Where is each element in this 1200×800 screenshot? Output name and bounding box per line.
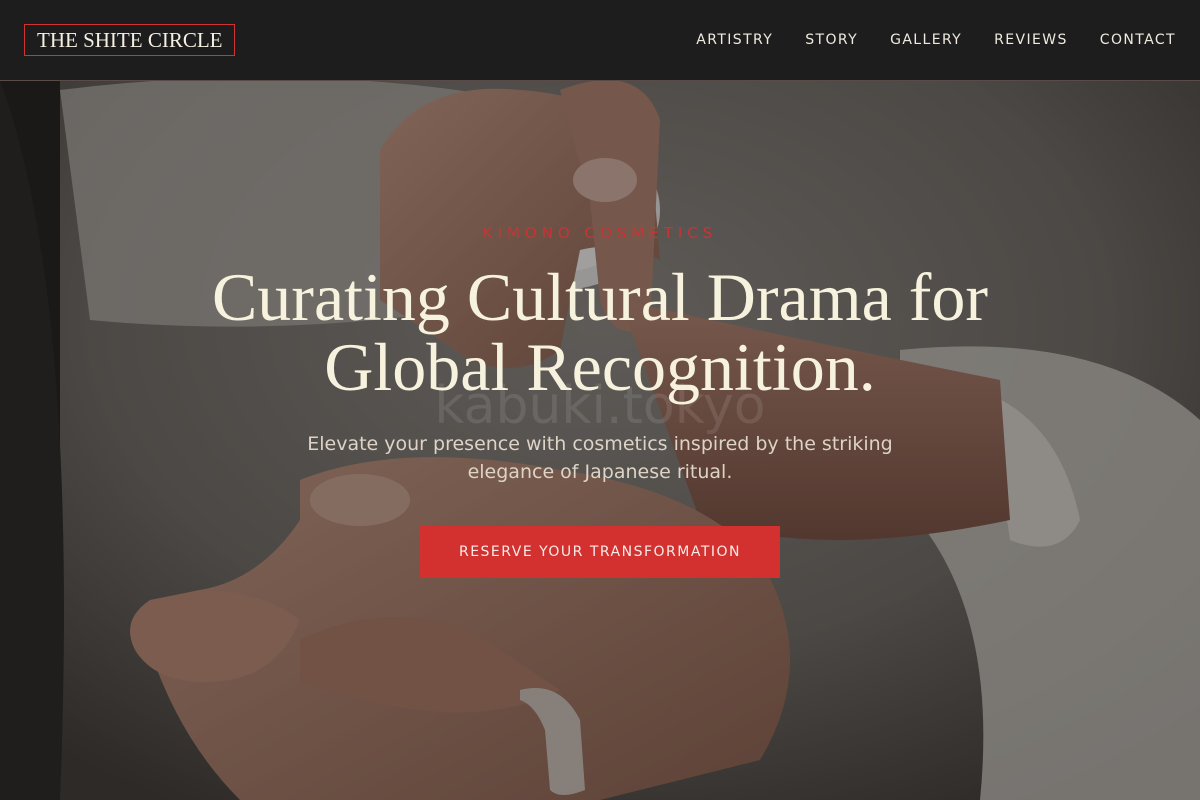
hero-subtext: Elevate your presence with cosmetics ins… [307, 433, 893, 483]
nav-link-reviews[interactable]: REVIEWS [994, 30, 1068, 50]
hero-content: KIMONO COSMETICS kabuki.tokyo Curating C… [0, 0, 1200, 800]
site-header: THE SHITE CIRCLE ARTISTRY STORY GALLERY … [0, 0, 1200, 81]
nav-link-artistry[interactable]: ARTISTRY [696, 30, 773, 50]
nav-link-contact[interactable]: CONTACT [1100, 30, 1176, 50]
nav-link-story[interactable]: STORY [805, 30, 858, 50]
hero-eyebrow: KIMONO COSMETICS [482, 224, 718, 242]
hero-headline: Curating Cultural Drama for Global Recog… [211, 259, 989, 405]
site-logo[interactable]: THE SHITE CIRCLE [24, 24, 236, 56]
main-nav: ARTISTRY STORY GALLERY REVIEWS CONTACT [696, 30, 1176, 50]
reserve-transformation-button[interactable]: RESERVE YOUR TRANSFORMATION [420, 526, 780, 578]
nav-link-gallery[interactable]: GALLERY [890, 30, 962, 50]
